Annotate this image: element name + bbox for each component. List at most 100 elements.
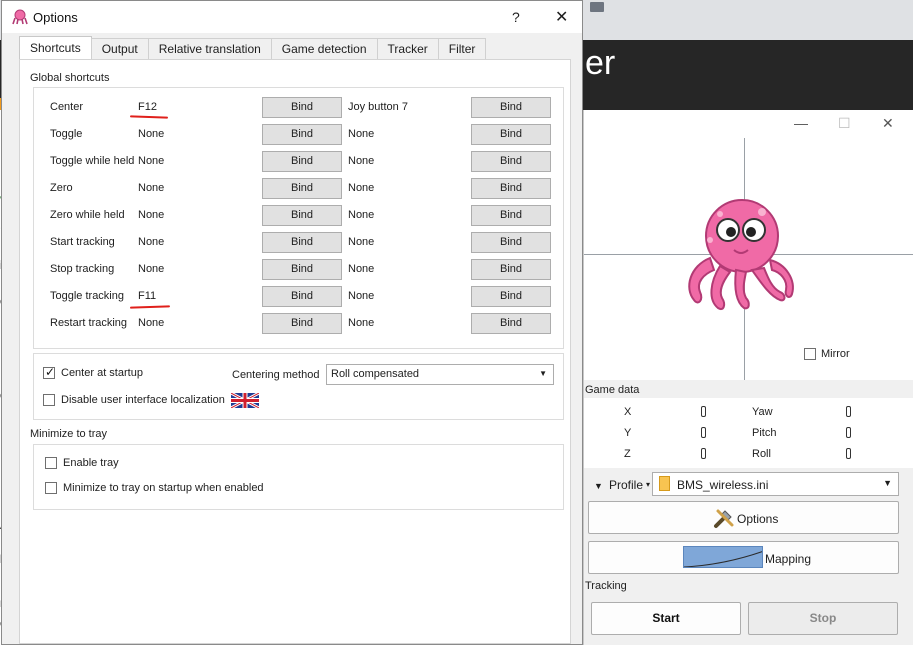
tab-game-detection[interactable]: Game detection (270, 38, 378, 59)
shortcut-row-start-tracking: Start tracking None Bind None Bind (34, 232, 564, 254)
bind-button[interactable]: Bind (262, 205, 342, 226)
options-dialog: Options ? ✕ Shortcuts Output Relative tr… (1, 0, 583, 645)
profile-caret-icon[interactable]: ▾ (646, 480, 650, 489)
shortcut-label: Toggle (50, 128, 83, 140)
bind-button[interactable]: Bind (262, 313, 342, 334)
checkbox-unchecked[interactable] (45, 457, 57, 469)
shortcut-label: Toggle while held (50, 155, 135, 167)
bind-button[interactable]: Bind (262, 97, 342, 118)
tab-bar: Shortcuts Output Relative translation Ga… (19, 36, 487, 60)
dialog-titlebar: Options ? ✕ (2, 1, 582, 33)
minimize-icon[interactable]: — (794, 115, 808, 131)
shortcut-key: None (138, 182, 165, 194)
game-data-axis-roll: Roll (752, 448, 771, 460)
tools-icon (714, 509, 734, 528)
chevron-down-icon: ▼ (539, 369, 547, 378)
shortcut-key-secondary: None (348, 263, 375, 275)
shortcut-key-secondary: None (348, 155, 375, 167)
game-data-title: Game data (585, 384, 640, 396)
bind-button[interactable]: Bind (262, 232, 342, 253)
shortcut-key: F12 (138, 101, 157, 113)
bind-button-secondary[interactable]: Bind (471, 232, 551, 253)
shortcut-label: Zero while held (50, 209, 125, 221)
uk-flag-icon (231, 393, 259, 408)
tab-relative-translation[interactable]: Relative translation (147, 38, 272, 59)
shortcut-label: Toggle tracking (50, 290, 124, 302)
shortcut-key-secondary: None (348, 182, 375, 194)
main-window: — ☐ ✕ Mirror Game data X Y Z Yaw Pitch R… (583, 110, 913, 645)
shortcut-row-stop-tracking: Stop tracking None Bind None Bind (34, 259, 564, 281)
bind-button-secondary[interactable]: Bind (471, 178, 551, 199)
help-icon[interactable]: ? (512, 9, 520, 25)
shortcut-key: None (138, 128, 165, 140)
disable-localization-checkbox[interactable]: Disable user interface localization (43, 394, 225, 406)
center-at-startup-checkbox[interactable]: Center at startup (43, 365, 143, 379)
tab-output[interactable]: Output (90, 38, 149, 59)
profile-label[interactable]: Profile (609, 478, 643, 492)
mapping-button[interactable]: Mapping (588, 541, 899, 574)
background-heading-right: er (585, 44, 616, 82)
bind-button-secondary[interactable]: Bind (471, 124, 551, 145)
centering-method-label: Centering method (232, 369, 320, 381)
game-data-value-yaw (846, 406, 851, 417)
shortcut-key: F11 (138, 290, 157, 302)
profile-menu-arrow-icon[interactable]: ▼ (594, 481, 603, 491)
global-shortcuts-group: Center F12 Bind Joy button 7 Bind Toggle… (33, 87, 564, 349)
shortcut-row-toggle-while-held: Toggle while held None Bind None Bind (34, 151, 564, 173)
dialog-close-icon[interactable]: ✕ (555, 7, 568, 27)
octopus-app-icon (12, 9, 28, 25)
stop-button[interactable]: Stop (748, 602, 898, 635)
disable-localization-label: Disable user interface localization (61, 394, 225, 406)
bind-button[interactable]: Bind (262, 178, 342, 199)
minimize-to-tray-title: Minimize to tray (30, 428, 108, 440)
shortcut-label: Stop tracking (50, 263, 115, 275)
file-icon (659, 476, 670, 491)
centering-group: Center at startup Centering method Roll … (33, 353, 564, 420)
bind-button-secondary[interactable]: Bind (471, 97, 551, 118)
checkbox-unchecked[interactable] (45, 482, 57, 494)
center-at-startup-label: Center at startup (61, 367, 143, 379)
shortcut-key-secondary: None (348, 317, 375, 329)
shortcut-row-restart-tracking: Restart tracking None Bind None Bind (34, 313, 564, 335)
profile-select[interactable]: BMS_wireless.ini ▼ (652, 472, 899, 496)
bind-button[interactable]: Bind (262, 286, 342, 307)
game-data-axis-y: Y (624, 427, 632, 439)
minimize-on-startup-checkbox[interactable]: Minimize to tray on startup when enabled (45, 482, 264, 494)
bind-button-secondary[interactable]: Bind (471, 313, 551, 334)
tab-shortcuts[interactable]: Shortcuts (19, 36, 92, 59)
bind-button-secondary[interactable]: Bind (471, 259, 551, 280)
mail-icon[interactable] (590, 2, 604, 12)
bind-button[interactable]: Bind (262, 259, 342, 280)
mirror-label: Mirror (821, 348, 850, 360)
profile-row: ▼ Profile ▾ BMS_wireless.ini ▼ (589, 472, 909, 500)
options-button[interactable]: Options (588, 501, 899, 534)
shortcut-key: None (138, 209, 165, 221)
mirror-checkbox-box[interactable] (804, 348, 816, 360)
game-data-value-x (701, 406, 706, 417)
shortcut-key: None (138, 155, 165, 167)
bind-button-secondary[interactable]: Bind (471, 205, 551, 226)
bind-button[interactable]: Bind (262, 151, 342, 172)
game-data-axis-pitch: Pitch (752, 427, 777, 439)
centering-method-select[interactable]: Roll compensated ▼ (326, 364, 554, 385)
close-icon[interactable]: ✕ (882, 115, 894, 132)
tab-tracker[interactable]: Tracker (376, 38, 439, 59)
checkbox-checked[interactable] (43, 365, 55, 379)
shortcut-label: Center (50, 101, 84, 113)
start-button[interactable]: Start (591, 602, 741, 635)
main-window-titlebar: — ☐ ✕ (584, 110, 913, 138)
shortcut-key: None (138, 236, 165, 248)
bind-button-secondary[interactable]: Bind (471, 286, 551, 307)
checkbox-unchecked[interactable] (43, 394, 55, 406)
bind-button[interactable]: Bind (262, 124, 342, 145)
shortcuts-panel: Global shortcuts Center F12 Bind Joy but… (19, 59, 571, 644)
shortcut-label: Start tracking (50, 236, 115, 248)
maximize-icon[interactable]: ☐ (838, 115, 851, 132)
shortcut-key-secondary: None (348, 290, 375, 302)
tab-filter[interactable]: Filter (437, 38, 487, 59)
enable-tray-checkbox[interactable]: Enable tray (45, 457, 119, 469)
mirror-checkbox[interactable]: Mirror (804, 348, 850, 360)
bind-button-secondary[interactable]: Bind (471, 151, 551, 172)
minimize-on-startup-label: Minimize to tray on startup when enabled (63, 482, 264, 494)
game-data-grid: X Y Z Yaw Pitch Roll (584, 398, 913, 468)
